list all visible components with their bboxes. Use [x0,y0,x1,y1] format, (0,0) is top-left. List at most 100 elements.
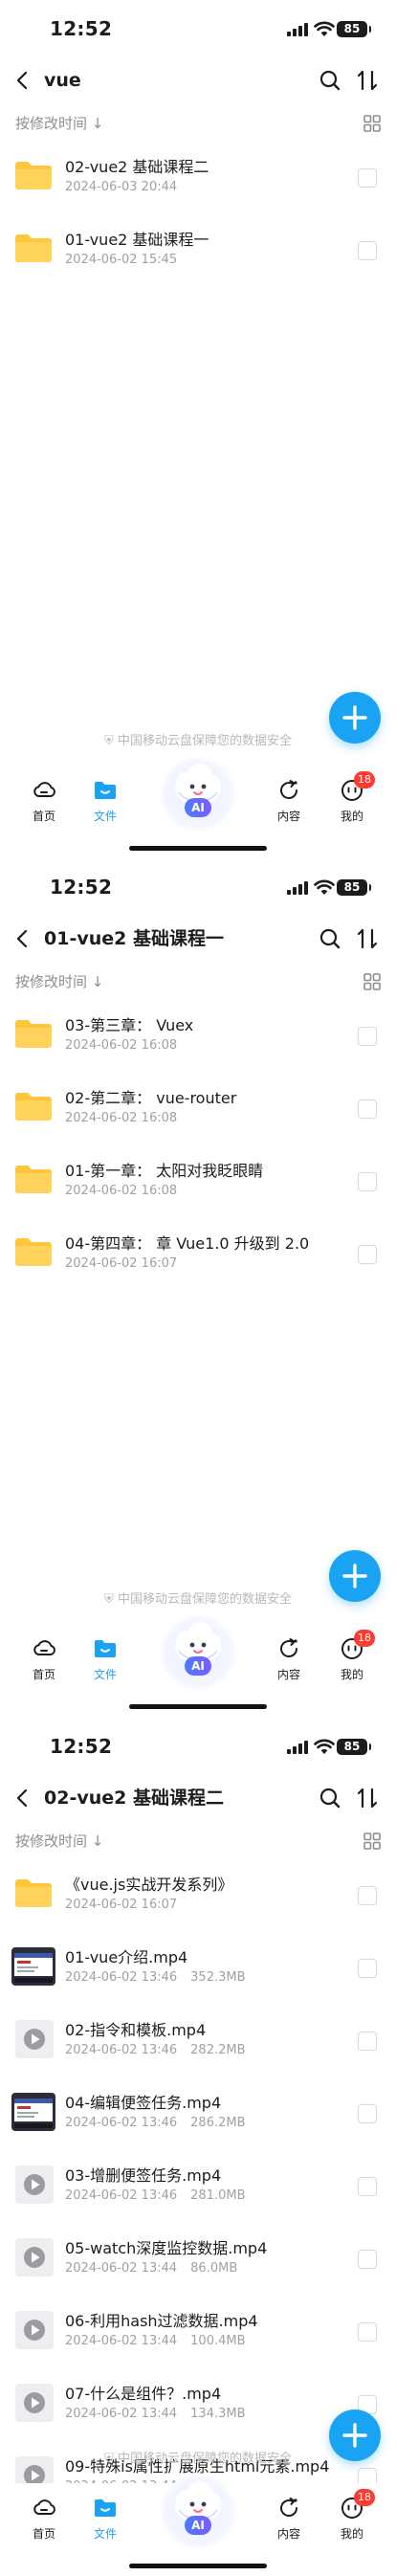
video-thumbnail-image [11,1947,55,1986]
select-checkbox[interactable] [358,2177,377,2196]
file-icon-container [15,2311,54,2349]
file-name: 01-vue2 基础课程一 [65,231,209,249]
battery-indicator: 85 [337,879,371,896]
file-meta: 2024-06-02 16:07 [65,1256,204,1271]
tab-content[interactable]: 内容 [260,777,318,824]
cloud-home-icon [33,782,55,797]
tab-home[interactable]: 首页 [15,2495,73,2542]
folder-row[interactable]: 03-第三章： Vuex 2024-06-02 16:08 [0,1000,396,1073]
video-file-row[interactable]: 01-vue介绍.mp4 2024-06-02 13:46 352.3MB [0,1932,396,2005]
sort-by-modified-time-button[interactable]: 按修改时间 ↓ [15,1831,103,1851]
sort-icon[interactable] [354,925,381,952]
file-name: 02-vue2 基础课程二 [65,158,209,176]
tab-me[interactable]: 我的 18 [323,2489,381,2542]
tab-content-label: 内容 [276,810,300,823]
tab-files[interactable]: 文件 [77,777,134,824]
select-checkbox[interactable] [358,1099,377,1119]
select-checkbox[interactable] [358,168,377,188]
select-checkbox[interactable] [358,1027,377,1046]
folder-icon [15,1238,52,1266]
back-arrow-icon[interactable] [10,1785,36,1811]
sort-by-modified-time-button[interactable]: 按修改时间 ↓ [15,113,103,133]
select-checkbox[interactable] [358,1245,377,1264]
sort-icon[interactable] [354,67,381,94]
select-checkbox[interactable] [358,1886,377,1905]
video-file-row[interactable]: 05-watch深度监控数据.mp4 2024-06-02 13:44 86.0MB [0,2223,396,2296]
grid-view-icon[interactable] [363,1832,381,1850]
tab-me[interactable]: 我的 18 [323,771,381,824]
file-meta: 2024-06-02 13:44 134.3MB [65,2407,259,2421]
file-name: 05-watch深度监控数据.mp4 [65,2239,268,2257]
select-checkbox[interactable] [358,241,377,260]
select-checkbox[interactable] [358,2250,377,2269]
file-meta: 2024-06-02 13:46 281.0MB [65,2188,259,2203]
grid-view-icon[interactable] [363,115,381,132]
file-icon-container [11,2093,55,2131]
video-file-row[interactable]: 02-指令和模板.mp4 2024-06-02 13:46 282.2MB [0,2005,396,2077]
folder-icon [95,1640,116,1657]
folder-icon [95,782,116,799]
tab-home-label: 首页 [32,810,55,823]
file-size: 286.2MB [190,2116,246,2130]
select-checkbox[interactable] [358,1172,377,1191]
file-icon-container [11,1947,55,1986]
ai-assistant-button[interactable]: AI [160,1614,236,1691]
tab-home[interactable]: 首页 [15,777,73,824]
video-thumbnail [11,2093,55,2131]
shield-icon: ⛨ [104,1592,114,1607]
search-icon[interactable] [318,926,342,951]
upload-fab-button[interactable] [329,692,381,744]
video-file-row[interactable]: 06-利用hash过滤数据.mp4 2024-06-02 13:44 100.4MB [0,2296,396,2368]
screen-vue-folder: 12:52 85 vue 按修改时间 ↓ 02-vue2 基础课程二 2024-0… [0,0,396,858]
video-file-row[interactable]: 03-增删便签任务.mp4 2024-06-02 13:46 281.0MB [0,2150,396,2223]
folder-row[interactable]: 01-vue2 基础课程一 2024-06-02 15:45 [0,214,396,287]
cellular-signal-icon [287,23,308,36]
file-meta: 2024-06-02 13:44 86.0MB [65,2261,251,2276]
folder-row[interactable]: 04-第四章： 章 Vue1.0 升级到 2.0 2024-06-02 16:07 [0,1218,396,1291]
status-bar: 12:52 85 [0,0,396,59]
upload-fab-button[interactable] [329,1550,381,1602]
file-date: 2024-06-02 16:07 [65,1898,178,1912]
file-icon-container [15,2384,54,2422]
play-circle-icon [24,2029,45,2050]
play-circle-icon [24,2392,45,2413]
upload-fab-button[interactable] [329,2409,381,2461]
file-name: 03-增删便签任务.mp4 [65,2166,222,2185]
folder-row[interactable]: 02-第二章： vue-router 2024-06-02 16:08 [0,1073,396,1145]
sort-bar: 按修改时间 ↓ [0,109,396,138]
cloud-home-icon [33,2499,55,2515]
tab-me[interactable]: 我的 18 [323,1630,381,1682]
file-meta: 2024-06-02 13:46 286.2MB [65,2116,259,2130]
select-checkbox[interactable] [358,1959,377,1978]
select-checkbox[interactable] [358,2322,377,2342]
search-icon[interactable] [318,1786,342,1810]
back-arrow-icon[interactable] [10,925,36,952]
tab-files[interactable]: 文件 [77,1635,134,1682]
sort-icon[interactable] [354,1785,381,1811]
select-checkbox[interactable] [358,2032,377,2051]
back-arrow-icon[interactable] [10,67,36,94]
ai-assistant-button[interactable]: AI [160,2474,236,2550]
tab-files[interactable]: 文件 [77,2495,134,2542]
select-checkbox[interactable] [358,2104,377,2123]
sort-by-modified-time-button[interactable]: 按修改时间 ↓ [15,971,103,991]
folder-row[interactable]: 01-第一章： 太阳对我眨眼睛 2024-06-02 16:08 [0,1145,396,1218]
bottom-tab-bar: 首页 文件 AI 内容 我的 18 [0,1614,396,1717]
refresh-content-icon [280,780,297,799]
tab-files-label: 文件 [93,1668,117,1681]
video-thumbnail-image [11,2093,55,2131]
file-date: 2024-06-02 16:08 [65,1111,178,1125]
tab-content[interactable]: 内容 [260,2495,318,2542]
folder-row[interactable]: 《vue.js实战开发系列》 2024-06-02 16:07 [0,1859,396,1932]
tab-content[interactable]: 内容 [260,1635,318,1682]
plus-icon [342,705,367,730]
grid-view-icon[interactable] [363,973,381,990]
video-file-row[interactable]: 04-编辑便签任务.mp4 2024-06-02 13:46 286.2MB [0,2077,396,2150]
tab-home[interactable]: 首页 [15,1635,73,1682]
folder-icon [15,1093,52,1121]
ai-assistant-button[interactable]: AI [160,756,236,833]
search-icon[interactable] [318,68,342,93]
folder-row[interactable]: 02-vue2 基础课程二 2024-06-03 20:44 [0,142,396,214]
bottom-tab-bar: 首页 文件 AI 内容 我的 18 [0,2474,396,2576]
notification-badge: 18 [354,2489,375,2506]
